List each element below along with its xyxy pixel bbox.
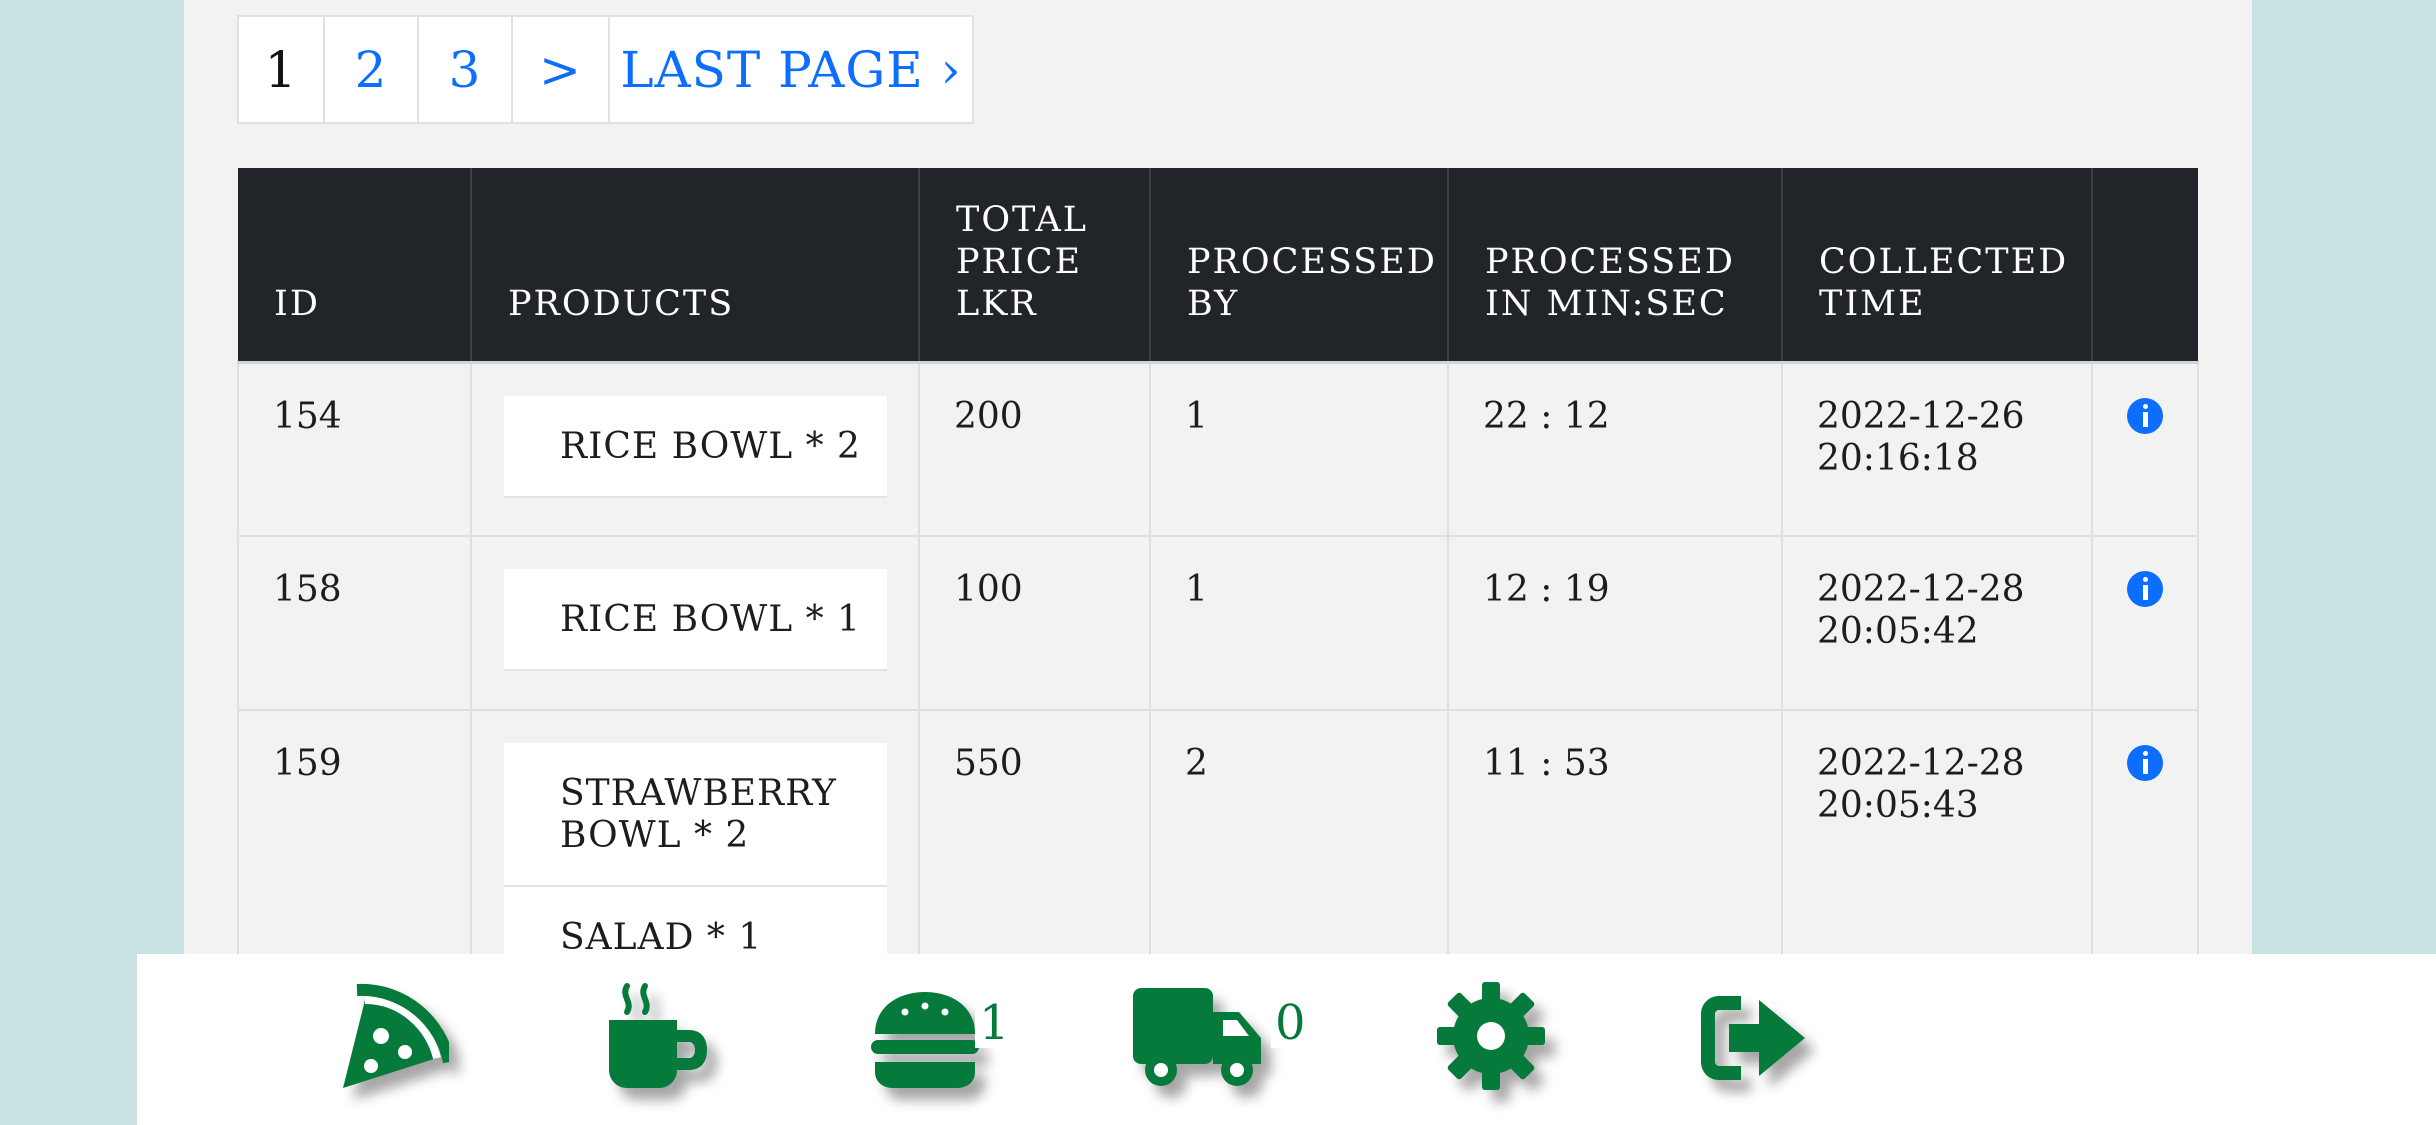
cell-products: STRAWBERRY BOWL * 2 SALAD * 1 (470, 710, 920, 991)
table-row: 158 RICE BOWL * 1 100 1 12 : 19 2022-12-… (237, 536, 2199, 711)
cell-actions (2091, 536, 2199, 711)
burger-count-badge: 1 (975, 998, 1014, 1048)
page-2-link[interactable]: 2 (325, 17, 419, 122)
cell-actions (2091, 362, 2199, 537)
collected-clock: 20:16:18 (1817, 437, 1979, 479)
header-processed-by: PROCESSED BY (1150, 168, 1449, 364)
info-icon[interactable] (2127, 745, 2163, 781)
product-item: RICE BOWL * 1 (504, 569, 887, 671)
cell-processed-time: 22 : 12 (1447, 362, 1783, 537)
delivery-count-badge: 0 (1271, 998, 1310, 1048)
nav-coffee-button[interactable] (597, 978, 717, 1098)
table-row: 159 STRAWBERRY BOWL * 2 SALAD * 1 550 2 … (237, 710, 2199, 991)
cell-collected-time: 2022-12-26 20:16:18 (1781, 362, 2093, 537)
cell-products: RICE BOWL * 2 (470, 362, 920, 537)
cell-collected-time: 2022-12-28 20:05:42 (1781, 536, 2093, 711)
bottom-nav-bar: 1 0 (137, 954, 2436, 1125)
last-page-link[interactable]: LAST PAGE › (610, 17, 972, 122)
info-icon[interactable] (2127, 397, 2163, 434)
table-row: 154 RICE BOWL * 2 200 1 22 : 12 2022-12-… (237, 362, 2199, 537)
nav-settings-button[interactable] (1431, 978, 1551, 1098)
cell-id: 159 (237, 710, 472, 991)
cell-processed-time: 12 : 19 (1447, 536, 1783, 711)
cell-processed-by: 1 (1149, 362, 1449, 537)
header-collected-time: COLLECTED TIME (1782, 168, 2093, 364)
burger-icon (871, 992, 979, 1088)
coffee-cup-icon (609, 983, 707, 1088)
cell-actions (2091, 710, 2199, 991)
header-id: ID (238, 168, 472, 364)
cell-total: 550 (918, 710, 1151, 991)
sign-out-icon (1701, 996, 1805, 1080)
cell-processed-time: 11 : 53 (1447, 710, 1783, 991)
product-item: STRAWBERRY BOWL * 2 (504, 743, 887, 887)
header-total-price: TOTAL PRICE LKR (919, 168, 1151, 364)
header-actions (2092, 168, 2198, 364)
header-products: PRODUCTS (471, 168, 920, 364)
info-icon[interactable] (2127, 571, 2163, 607)
cell-id: 158 (237, 536, 472, 711)
cell-processed-by: 2 (1149, 710, 1449, 991)
collected-clock: 20:05:43 (1817, 785, 1979, 826)
header-processed-time: PROCESSED IN MIN:SEC (1448, 168, 1783, 364)
cell-products: RICE BOWL * 1 (470, 536, 920, 711)
collected-date: 2022-12-28 (1817, 743, 2025, 784)
next-page-link[interactable]: > (513, 17, 610, 122)
cell-total: 100 (918, 536, 1151, 711)
cell-collected-time: 2022-12-28 20:05:43 (1781, 710, 2093, 991)
collected-clock: 20:05:42 (1817, 611, 1979, 652)
delivery-truck-icon (1133, 988, 1261, 1086)
pizza-slice-icon (343, 983, 455, 1088)
page-1-link[interactable]: 1 (239, 17, 325, 122)
nav-burger-button[interactable]: 1 (865, 978, 1014, 1098)
cell-total: 200 (918, 362, 1151, 537)
collected-date: 2022-12-28 (1817, 569, 2025, 610)
page-3-link[interactable]: 3 (419, 17, 513, 122)
nav-delivery-button[interactable]: 0 (1133, 978, 1310, 1098)
cell-id: 154 (237, 362, 472, 537)
product-item: RICE BOWL * 2 (504, 395, 887, 498)
nav-logout-button[interactable] (1693, 978, 1813, 1098)
orders-table: ID PRODUCTS TOTAL PRICE LKR PROCESSED BY… (237, 168, 2199, 991)
nav-pizza-button[interactable] (329, 978, 455, 1098)
pagination: 1 2 3 > LAST PAGE › (237, 15, 974, 124)
cell-processed-by: 1 (1149, 536, 1449, 711)
collected-date: 2022-12-26 (1817, 395, 2025, 437)
gear-icon (1437, 982, 1545, 1090)
table-header-row: ID PRODUCTS TOTAL PRICE LKR PROCESSED BY… (238, 168, 2198, 364)
